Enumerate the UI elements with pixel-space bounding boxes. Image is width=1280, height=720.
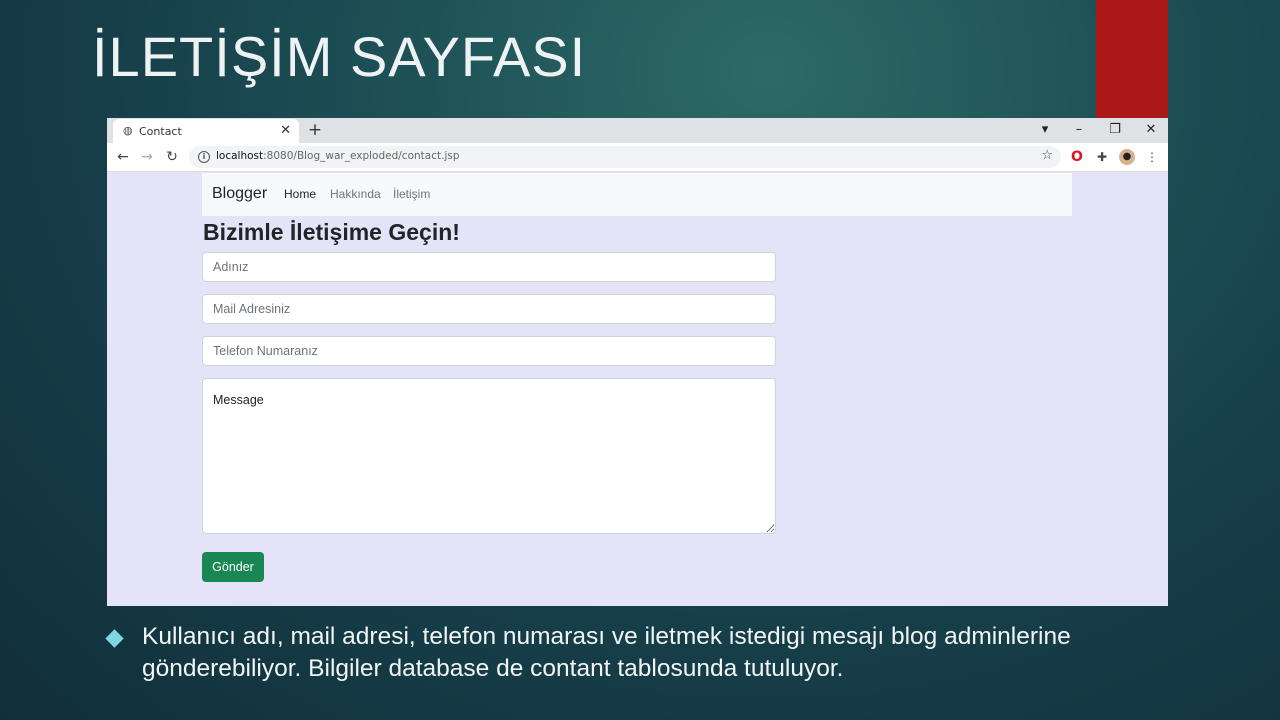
submit-button[interactable]: Gönder bbox=[202, 552, 264, 582]
tab-title: Contact bbox=[139, 125, 182, 138]
site-navbar: Blogger Home Hakkında İletişim bbox=[202, 173, 1072, 216]
accent-bar bbox=[1096, 0, 1168, 120]
close-tab-icon[interactable]: ✕ bbox=[280, 123, 291, 139]
tab-strip: ◍ Contact ✕ + ▾ – ❐ ✕ bbox=[107, 118, 1168, 143]
info-icon[interactable]: i bbox=[198, 151, 210, 163]
site-brand[interactable]: Blogger bbox=[212, 185, 267, 203]
message-field[interactable] bbox=[202, 378, 776, 534]
profile-menu-icon[interactable]: ▾ bbox=[1035, 120, 1055, 140]
browser-tab-contact[interactable]: ◍ Contact ✕ bbox=[113, 119, 299, 143]
bullet-text: Kullanıcı adı, mail adresi, telefon numa… bbox=[142, 623, 1071, 682]
nav-link-home[interactable]: Home bbox=[284, 187, 316, 201]
close-window-button[interactable]: ✕ bbox=[1141, 120, 1161, 140]
browser-window: ◍ Contact ✕ + ▾ – ❐ ✕ ← → ↻ i localhost:… bbox=[107, 118, 1168, 606]
restore-button[interactable]: ❐ bbox=[1105, 120, 1125, 140]
avatar-icon[interactable]: ● bbox=[1119, 149, 1135, 165]
nav-link-hakkinda[interactable]: Hakkında bbox=[330, 187, 381, 201]
minimize-button[interactable]: – bbox=[1069, 120, 1089, 140]
kebab-menu-icon[interactable]: ⋮ bbox=[1144, 149, 1160, 165]
back-button[interactable]: ← bbox=[114, 148, 132, 166]
new-tab-button[interactable]: + bbox=[307, 120, 323, 140]
name-field[interactable] bbox=[202, 252, 776, 282]
reload-button[interactable]: ↻ bbox=[163, 148, 181, 166]
url-text: localhost:8080/Blog_war_exploded/contact… bbox=[216, 150, 460, 162]
opera-icon[interactable]: O bbox=[1069, 149, 1085, 165]
phone-field[interactable] bbox=[202, 336, 776, 366]
form-title: Bizimle İletişime Geçin! bbox=[203, 219, 460, 245]
star-icon[interactable]: ☆ bbox=[1041, 148, 1053, 163]
address-bar[interactable]: i localhost:8080/Blog_war_exploded/conta… bbox=[189, 146, 1061, 168]
forward-button[interactable]: → bbox=[138, 148, 156, 166]
globe-icon: ◍ bbox=[123, 124, 133, 137]
slide-title: İLETİŞİM SAYFASI bbox=[92, 25, 587, 88]
diamond-bullet-icon bbox=[105, 629, 124, 648]
puzzle-icon[interactable]: ✚ bbox=[1094, 149, 1110, 165]
nav-link-iletisim[interactable]: İletişim bbox=[393, 187, 430, 201]
email-field[interactable] bbox=[202, 294, 776, 324]
web-page: Blogger Home Hakkında İletişim Bizimle İ… bbox=[107, 173, 1168, 606]
browser-toolbar: ← → ↻ i localhost:8080/Blog_war_exploded… bbox=[107, 143, 1168, 172]
